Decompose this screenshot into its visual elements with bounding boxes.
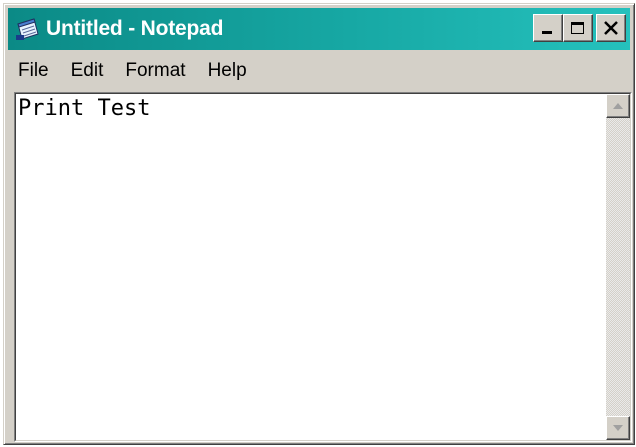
scroll-up-arrow-icon	[613, 103, 623, 109]
vertical-scrollbar[interactable]	[606, 94, 630, 440]
close-button[interactable]	[596, 14, 626, 42]
maximize-icon	[571, 22, 584, 34]
notepad-window: Untitled - Notepad File Edit Format Help…	[3, 3, 635, 445]
scroll-down-arrow-icon	[613, 425, 623, 431]
menu-file[interactable]: File	[8, 60, 61, 82]
window-title: Untitled - Notepad	[46, 17, 224, 40]
minimize-button[interactable]	[533, 14, 563, 42]
scroll-down-button[interactable]	[606, 416, 630, 440]
menu-format[interactable]: Format	[115, 60, 197, 82]
minimize-icon	[542, 31, 552, 34]
scroll-up-button[interactable]	[606, 94, 630, 118]
menu-edit[interactable]: Edit	[61, 60, 116, 82]
menu-bar: File Edit Format Help	[8, 52, 630, 90]
editor[interactable]: Print Test	[15, 93, 631, 441]
title-buttons	[533, 14, 626, 42]
text-area[interactable]: Print Test	[18, 96, 604, 440]
menu-help[interactable]: Help	[198, 60, 259, 82]
maximize-button[interactable]	[563, 14, 593, 42]
title-bar[interactable]: Untitled - Notepad	[8, 8, 630, 50]
notepad-icon[interactable]	[14, 16, 42, 42]
editor-frame: Print Test	[14, 92, 632, 442]
close-icon	[604, 21, 618, 35]
